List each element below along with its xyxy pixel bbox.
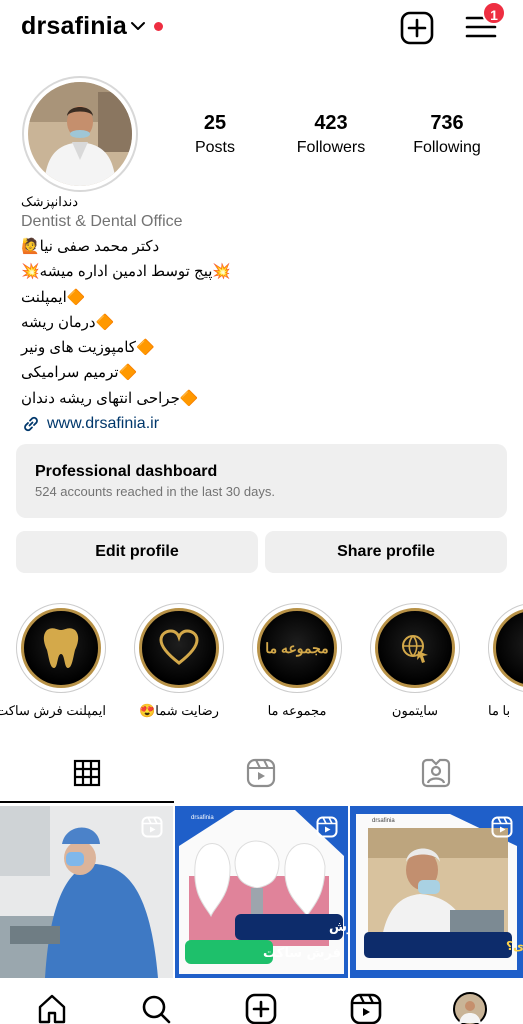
home-icon	[38, 994, 66, 1024]
bio-line: دکتر محمد صفی نیا🙋	[21, 238, 160, 255]
bio-line: 💥پیج توسط ادمین اداره میشه💥	[21, 263, 232, 281]
following-count: 736	[430, 112, 464, 134]
grid-icon	[73, 759, 101, 787]
post-grid: drsafinia ایمپلنت به روش فرش ساکت drsafi…	[0, 806, 523, 978]
posts-stat[interactable]: 25 Posts	[193, 112, 237, 157]
share-profile-button[interactable]: Share profile	[265, 531, 507, 573]
reel-indicator-icon	[141, 816, 163, 838]
bio-line: 🔶ترمیم سرامیکی	[21, 364, 138, 382]
website-url[interactable]: www.drsafinia.ir	[47, 411, 159, 436]
profile-avatar[interactable]	[22, 76, 138, 192]
post-caption: فرش ساکت	[263, 946, 341, 961]
edit-profile-button[interactable]: Edit profile	[16, 531, 258, 573]
bio-line: 🔶جراحی انتهای ریشه دندان	[21, 389, 199, 407]
highlight-cover-text: مجموعه ما	[265, 639, 329, 656]
posts-count: 25	[203, 112, 227, 134]
nav-home[interactable]	[35, 992, 69, 1024]
following-stat[interactable]: 736 Following	[411, 112, 483, 157]
reels-icon	[350, 993, 382, 1024]
post-thumbnail[interactable]: drsafinia به ابزار کارت اهمیت میدی؟	[350, 806, 523, 978]
reel-indicator-icon	[316, 816, 338, 838]
highlight-label: سایتمون	[391, 703, 439, 718]
followers-stat[interactable]: 423 Followers	[295, 112, 367, 157]
profile-name: دندانپزشک	[21, 194, 79, 209]
avatar-photo	[28, 82, 132, 186]
globe-icon	[402, 635, 428, 663]
followers-label: Followers	[296, 139, 366, 156]
profile-category: Dentist & Dental Office	[21, 213, 183, 230]
reels-icon	[246, 758, 276, 788]
post-thumbnail[interactable]	[0, 806, 173, 978]
chevron-down-icon[interactable]	[129, 17, 147, 35]
highlight-item[interactable]: مجموعه ما مجموعه ما	[252, 603, 342, 719]
profile-avatar-icon	[453, 992, 487, 1024]
username-title[interactable]: drsafinia	[21, 12, 127, 41]
highlight-label: رضایت شما😍	[139, 703, 219, 718]
bottom-nav	[0, 978, 523, 1024]
link-icon	[24, 416, 38, 431]
tab-grid[interactable]	[0, 744, 174, 802]
bio-line: 🔶ایمپلنت	[21, 288, 86, 306]
post-watermark: drsafinia	[191, 815, 214, 821]
post-caption: ایمپلنت به روش	[329, 920, 348, 935]
post-watermark: drsafinia	[372, 818, 395, 824]
highlight-item[interactable]: رضایت شما😍	[134, 603, 224, 719]
nav-search[interactable]	[139, 992, 173, 1024]
new-post-icon[interactable]	[400, 11, 434, 45]
bio-line: 🔶درمان ریشه	[21, 313, 115, 331]
search-icon	[142, 995, 171, 1024]
highlight-label: با ما	[488, 703, 511, 718]
create-icon	[245, 993, 277, 1024]
post-thumbnail[interactable]: drsafinia ایمپلنت به روش فرش ساکت	[175, 806, 348, 978]
active-tab-indicator	[0, 801, 174, 803]
highlight-item[interactable]: سایتمون	[370, 603, 460, 719]
dashboard-subtitle: 524 accounts reached in the last 30 days…	[35, 484, 275, 499]
highlight-item[interactable]: با ما	[488, 603, 523, 719]
nav-reels[interactable]	[349, 992, 383, 1024]
tab-tagged[interactable]	[349, 744, 523, 802]
bio-line: 🔶کامپوزیت های ونیر	[21, 339, 155, 357]
highlight-label: مجموعه ما	[267, 703, 327, 718]
reel-indicator-icon	[491, 816, 513, 838]
followers-count: 423	[314, 112, 348, 134]
tagged-icon	[421, 758, 451, 788]
dashboard-title: Professional dashboard	[35, 463, 218, 480]
tooth-icon	[43, 628, 79, 668]
nav-profile[interactable]	[453, 992, 487, 1024]
highlight-label: ایمپلنت فرش ساکت	[0, 703, 106, 718]
profile-tabs	[0, 744, 523, 804]
top-bar: drsafinia 1	[0, 0, 523, 56]
posts-label: Posts	[194, 139, 235, 156]
website-link[interactable]: www.drsafinia.ir	[21, 411, 501, 436]
post-caption: به ابزار کارت اهمیت میدی؟	[506, 939, 523, 953]
following-label: Following	[413, 139, 481, 156]
nav-create[interactable]	[244, 992, 278, 1024]
highlight-item[interactable]: ایمپلنت فرش ساکت	[0, 603, 106, 719]
tab-reels[interactable]	[174, 744, 348, 802]
profile-bio: دندانپزشک Dentist & Dental Office دکتر م…	[21, 193, 501, 436]
professional-dashboard[interactable]: Professional dashboard 524 accounts reac…	[16, 444, 507, 518]
heart-icon	[159, 629, 199, 665]
notification-badge: 1	[482, 1, 506, 25]
unread-dot	[154, 22, 163, 31]
